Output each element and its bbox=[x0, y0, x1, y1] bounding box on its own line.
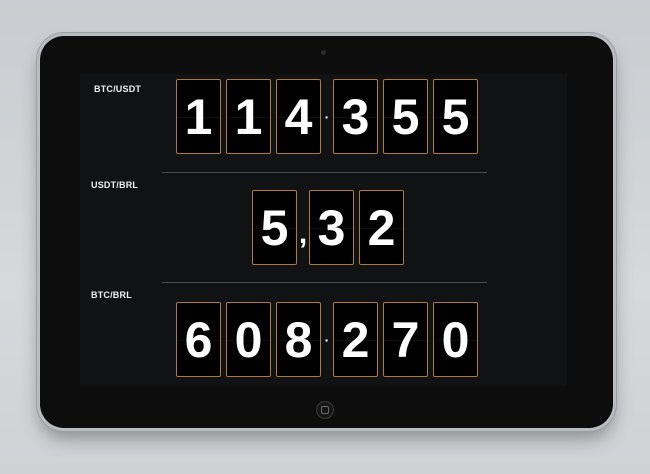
ticker-row-btc-usdt: 1 1 4 · 3 5 5 bbox=[176, 79, 483, 154]
digit-tile: 0 bbox=[433, 302, 478, 377]
digit-tile: 2 bbox=[359, 190, 404, 265]
front-camera bbox=[321, 50, 326, 55]
digit-tile: 8 bbox=[276, 302, 321, 377]
thousands-separator: · bbox=[324, 108, 330, 125]
row-divider bbox=[162, 282, 487, 283]
ticker-row-btc-brl: 6 0 8 · 2 7 0 bbox=[176, 302, 483, 377]
digit-tile: 6 bbox=[176, 302, 221, 377]
digit-tile: 0 bbox=[226, 302, 271, 377]
digit-tile: 1 bbox=[176, 79, 221, 154]
digit-tile: 3 bbox=[333, 79, 378, 154]
digit-tile: 2 bbox=[333, 302, 378, 377]
thousands-separator: · bbox=[324, 331, 330, 348]
digit-tile: 5 bbox=[433, 79, 478, 154]
pair-label-usdt-brl: USDT/BRL bbox=[91, 180, 139, 190]
ticker-screen: BTC/USDT 1 1 4 · 3 5 5 USDT/BRL 5 , 3 2 … bbox=[80, 74, 567, 386]
digit-tile: 4 bbox=[276, 79, 321, 154]
pair-label-btc-usdt: BTC/USDT bbox=[94, 84, 142, 94]
digit-tile: 5 bbox=[383, 79, 428, 154]
pair-label-btc-brl: BTC/BRL bbox=[91, 290, 132, 300]
ticker-row-usdt-brl: 5 , 3 2 bbox=[252, 190, 409, 265]
decimal-separator: , bbox=[298, 216, 308, 250]
digit-tile: 5 bbox=[252, 190, 297, 265]
digit-tile: 3 bbox=[309, 190, 354, 265]
digit-tile: 7 bbox=[383, 302, 428, 377]
digit-tile: 1 bbox=[226, 79, 271, 154]
home-button[interactable] bbox=[316, 401, 334, 419]
row-divider bbox=[162, 172, 487, 173]
